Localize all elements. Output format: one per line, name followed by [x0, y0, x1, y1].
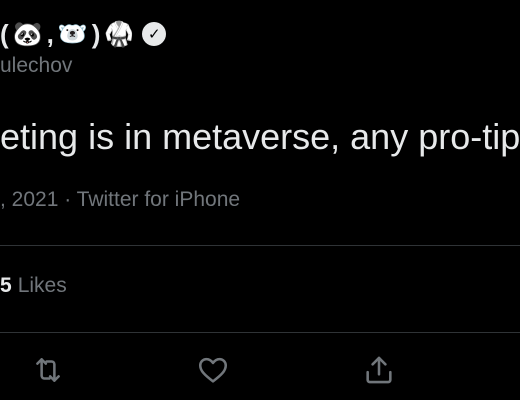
tweet-text: eting is in metaverse, any pro-tip — [0, 116, 520, 157]
retweet-icon — [36, 358, 60, 382]
paren-close: ) — [91, 18, 101, 49]
divider-top — [0, 245, 520, 246]
polar-bear-emoji: 🐻‍❄️ — [57, 20, 88, 48]
like-icon — [198, 357, 228, 383]
comma: , — [46, 18, 54, 49]
like-button[interactable] — [195, 352, 231, 388]
retweet-button[interactable] — [30, 352, 66, 388]
likes-label: Likes — [17, 274, 67, 297]
share-button[interactable] — [361, 352, 397, 388]
share-icon — [366, 356, 392, 384]
likes-count: 5 — [0, 274, 12, 297]
kimono-emoji: 🥋 — [104, 20, 135, 48]
verified-badge-icon: ✓ — [142, 22, 167, 46]
display-name[interactable]: ( 🐼 , 🐻‍❄️ ) 🥋 ✓ — [0, 14, 167, 54]
user-handle[interactable]: ulechov — [0, 54, 72, 78]
tweet-meta[interactable]: , 2021 · Twitter for iPhone — [0, 188, 240, 212]
likes-stat[interactable]: 5 Likes — [0, 274, 67, 298]
divider-bottom — [0, 332, 520, 333]
paren-open: ( — [0, 18, 9, 49]
panda-emoji: 🐼 — [12, 20, 43, 48]
